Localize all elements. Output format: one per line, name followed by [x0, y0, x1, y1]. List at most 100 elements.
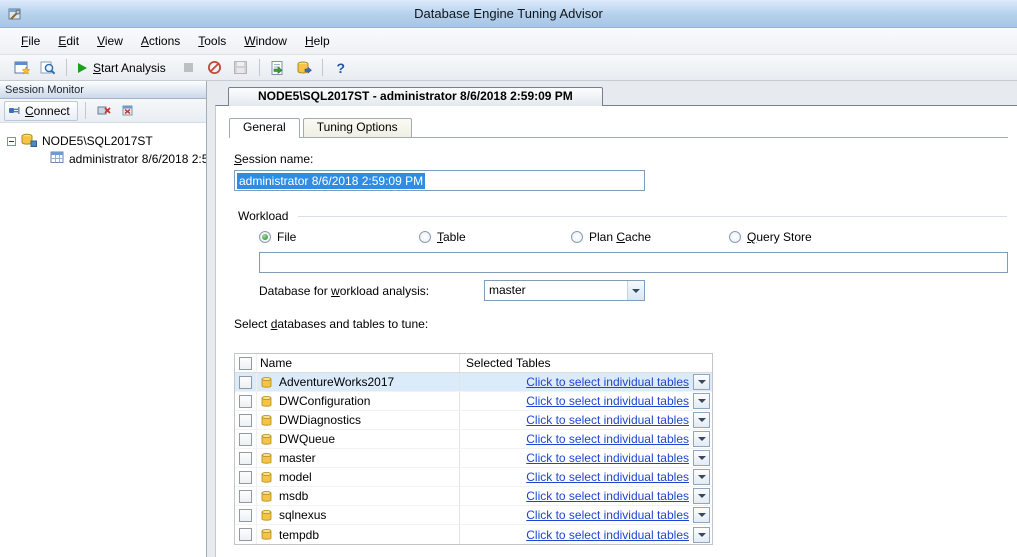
tables-dropdown-button[interactable] [693, 527, 710, 543]
tree-server-node[interactable]: NODE5\SQL2017ST [0, 132, 206, 150]
select-tables-link[interactable]: Click to select individual tables [526, 432, 689, 446]
database-name: DWQueue [279, 432, 335, 446]
table-row[interactable]: tempdb Click to select individual tables [235, 525, 712, 544]
workload-radio-table[interactable]: Table [419, 230, 466, 244]
workload-group-line [298, 216, 1007, 217]
row-checkbox[interactable] [239, 395, 252, 408]
databases-table-header: Name Selected Tables [235, 354, 712, 373]
select-tables-link[interactable]: Click to select individual tables [526, 489, 689, 503]
stop-icon [184, 63, 193, 72]
select-tables-link[interactable]: Click to select individual tables [526, 528, 689, 542]
tables-dropdown-button[interactable] [693, 431, 710, 447]
row-checkbox[interactable] [239, 414, 252, 427]
table-row[interactable]: DWQueue Click to select individual table… [235, 430, 712, 449]
tables-dropdown-button[interactable] [693, 450, 710, 466]
table-row[interactable]: AdventureWorks2017 Click to select indiv… [235, 373, 712, 392]
table-row[interactable]: master Click to select individual tables [235, 449, 712, 468]
select-all-checkbox[interactable] [239, 357, 252, 370]
help-icon [336, 60, 345, 76]
tree-session-node[interactable]: administrator 8/6/2018 2:59: [0, 150, 206, 168]
tables-dropdown-button[interactable] [693, 507, 710, 523]
cancel-analysis-button[interactable] [203, 57, 227, 79]
menu-help[interactable]: Help [296, 29, 339, 53]
select-tables-link[interactable]: Click to select individual tables [526, 470, 689, 484]
database-icon [260, 414, 273, 427]
session-monitor-toolbar: Connect [0, 99, 206, 123]
help-button[interactable] [329, 57, 353, 79]
tables-dropdown-button[interactable] [693, 488, 710, 504]
chevron-down-icon [698, 494, 706, 498]
workload-radio-file[interactable]: File [259, 230, 296, 244]
table-row[interactable]: msdb Click to select individual tables [235, 487, 712, 506]
delete-session-button[interactable] [118, 101, 140, 121]
tab-tuning-options[interactable]: Tuning Options [303, 118, 412, 137]
table-row[interactable]: sqlnexus Click to select individual tabl… [235, 506, 712, 525]
collapse-icon[interactable] [7, 137, 16, 146]
tables-dropdown-button[interactable] [693, 469, 710, 485]
stop-analysis-button [177, 57, 201, 79]
select-tables-link[interactable]: Click to select individual tables [526, 375, 689, 389]
row-checkbox[interactable] [239, 452, 252, 465]
new-session-button[interactable] [10, 57, 34, 79]
select-tables-link[interactable]: Click to select individual tables [526, 451, 689, 465]
menu-window[interactable]: Window [235, 29, 296, 53]
select-tables-link[interactable]: Click to select individual tables [526, 413, 689, 427]
session-name-input[interactable]: administrator 8/6/2018 2:59:09 PM [234, 170, 645, 191]
connect-button[interactable]: Connect [4, 101, 78, 121]
radio-unselected-icon [419, 231, 431, 243]
menu-tools[interactable]: Tools [189, 29, 235, 53]
row-checkbox[interactable] [239, 376, 252, 389]
combobox-value: master [485, 281, 627, 300]
import-workload-button[interactable] [266, 57, 290, 79]
workload-radio-plan-cache[interactable]: Plan Cache [571, 230, 651, 244]
window-title: Database Engine Tuning Advisor [0, 0, 1017, 28]
server-icon [21, 133, 37, 150]
menu-actions[interactable]: Actions [132, 29, 189, 53]
row-checkbox[interactable] [239, 471, 252, 484]
session-document-tab[interactable]: NODE5\SQL2017ST - administrator 8/6/2018… [228, 87, 603, 106]
toolbar-separator [85, 102, 86, 119]
select-tables-link[interactable]: Click to select individual tables [526, 508, 689, 522]
table-row[interactable]: model Click to select individual tables [235, 468, 712, 487]
save-session-button [229, 57, 253, 79]
row-checkbox[interactable] [239, 528, 252, 541]
row-checkbox[interactable] [239, 490, 252, 503]
export-results-button[interactable] [292, 57, 316, 79]
menu-edit[interactable]: Edit [49, 29, 88, 53]
play-icon [78, 63, 87, 73]
database-name: model [279, 470, 312, 484]
column-header-selected-tables[interactable]: Selected Tables [466, 356, 551, 370]
database-icon [260, 490, 273, 503]
database-icon [260, 509, 273, 522]
menu-view[interactable]: View [88, 29, 132, 53]
tables-dropdown-button[interactable] [693, 393, 710, 409]
database-for-analysis-combobox[interactable]: master [484, 280, 645, 301]
tables-dropdown-button[interactable] [693, 412, 710, 428]
column-header-name[interactable]: Name [260, 356, 292, 370]
row-checkbox[interactable] [239, 509, 252, 522]
table-row[interactable]: DWDiagnostics Click to select individual… [235, 411, 712, 430]
workload-group-label: Workload [238, 209, 288, 223]
title-bar[interactable]: Database Engine Tuning Advisor [0, 0, 1017, 28]
radio-label-query-store: Query Store [747, 230, 812, 244]
menu-file[interactable]: File [12, 29, 49, 53]
start-analysis-label: Start Analysis [93, 61, 166, 75]
database-name: DWConfiguration [279, 394, 370, 408]
select-tables-link[interactable]: Click to select individual tables [526, 394, 689, 408]
databases-table: Name Selected Tables AdventureWorks2017 [234, 353, 713, 545]
row-checkbox[interactable] [239, 433, 252, 446]
database-icon [260, 528, 273, 541]
start-analysis-button[interactable]: Start Analysis [73, 57, 175, 79]
workload-file-input[interactable] [259, 252, 1008, 273]
menu-bar: File Edit View Actions Tools Window Help [0, 28, 1017, 55]
chevron-down-icon [698, 533, 706, 537]
disconnect-button[interactable] [93, 101, 115, 121]
tables-dropdown-button[interactable] [693, 374, 710, 390]
workload-radio-query-store[interactable]: Query Store [729, 230, 812, 244]
combobox-dropdown-button[interactable] [627, 281, 644, 300]
import-workload-icon [270, 60, 285, 76]
open-session-button[interactable] [36, 57, 60, 79]
database-name: tempdb [279, 528, 319, 542]
table-row[interactable]: DWConfiguration Click to select individu… [235, 392, 712, 411]
tab-general[interactable]: General [229, 118, 300, 138]
